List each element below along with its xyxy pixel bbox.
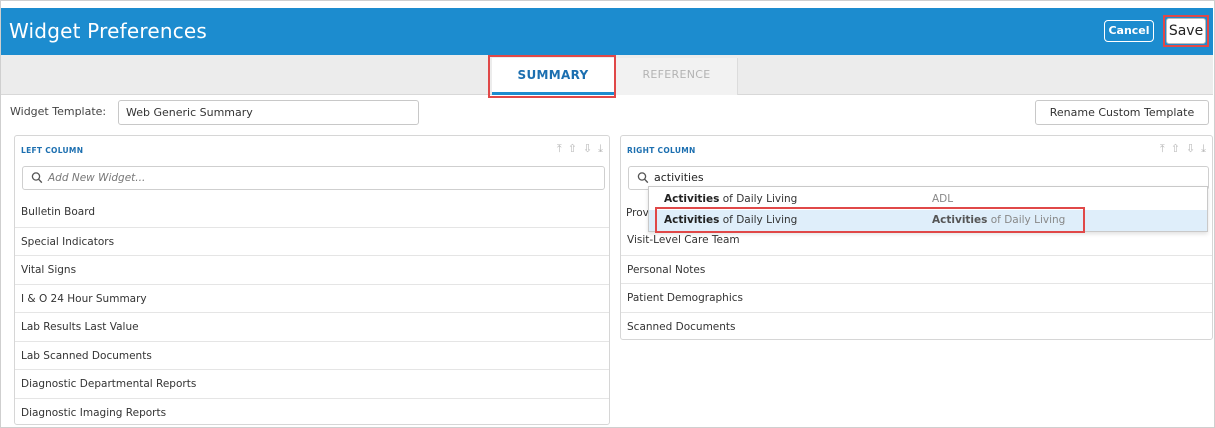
move-bottom-icon[interactable]: ⤓ [598,140,603,158]
left-search-placeholder: Add New Widget... [48,172,146,184]
tab-reference[interactable]: REFERENCE [616,58,738,95]
right-search-value: activities [654,171,704,184]
list-item[interactable]: Diagnostic Departmental Reports [15,369,609,398]
move-up-icon[interactable]: ⇧ [1171,140,1180,158]
list-item[interactable]: Bulletin Board [15,198,609,227]
left-reorder-controls: ⤒ ⇧ ⇩ ⤓ [557,140,603,158]
title-bar: Widget Preferences [1,8,1213,55]
right-reorder-controls: ⤒ ⇧ ⇩ ⤓ [1160,140,1206,158]
search-icon [637,172,649,184]
cancel-button[interactable]: Cancel [1104,20,1154,42]
right-column-title: RIGHT COLUMN [627,146,696,155]
move-top-icon[interactable]: ⤒ [1160,140,1165,158]
move-down-icon[interactable]: ⇩ [1186,140,1195,158]
search-icon [31,172,43,184]
list-item[interactable]: Personal Notes [621,254,1212,284]
left-column-title: LEFT COLUMN [21,146,84,155]
save-highlight-box [1163,15,1209,47]
right-column-header: RIGHT COLUMN ⤒ ⇧ ⇩ ⤓ [621,136,1212,164]
widget-template-label: Widget Template: [10,105,107,118]
list-item[interactable]: Vital Signs [15,255,609,284]
list-item[interactable]: Lab Results Last Value [15,312,609,341]
move-up-icon[interactable]: ⇧ [568,140,577,158]
list-item[interactable]: I & O 24 Hour Summary [15,283,609,313]
left-column-panel: LEFT COLUMN ⤒ ⇧ ⇩ ⤓ Add New Widget... Bu… [14,135,610,425]
list-item[interactable]: Patient Demographics [621,283,1212,312]
right-column-panel: RIGHT COLUMN ⤒ ⇧ ⇩ ⤓ activities Prov Vis… [620,135,1213,340]
list-item[interactable]: Special Indicators [15,226,609,256]
list-item[interactable]: Lab Scanned Documents [15,340,609,370]
left-widget-list: Bulletin Board Special Indicators Vital … [15,198,609,426]
widget-template-field[interactable]: Web Generic Summary [118,100,419,125]
result-highlight-box [655,207,1085,233]
move-down-icon[interactable]: ⇩ [583,140,592,158]
move-top-icon[interactable]: ⤒ [557,140,562,158]
summary-tab-highlight-box [488,55,616,98]
right-widget-list: Visit-Level Care Team Personal Notes Pat… [621,226,1212,340]
list-item[interactable]: Diagnostic Imaging Reports [15,397,609,427]
move-bottom-icon[interactable]: ⤓ [1201,140,1206,158]
list-item[interactable]: Scanned Documents [621,311,1212,341]
left-widget-search[interactable]: Add New Widget... [22,166,605,190]
left-column-header: LEFT COLUMN ⤒ ⇧ ⇩ ⤓ [15,136,609,164]
page-title: Widget Preferences [9,19,208,43]
list-item-partial[interactable]: Prov [626,207,649,219]
rename-template-button[interactable]: Rename Custom Template [1035,100,1209,125]
